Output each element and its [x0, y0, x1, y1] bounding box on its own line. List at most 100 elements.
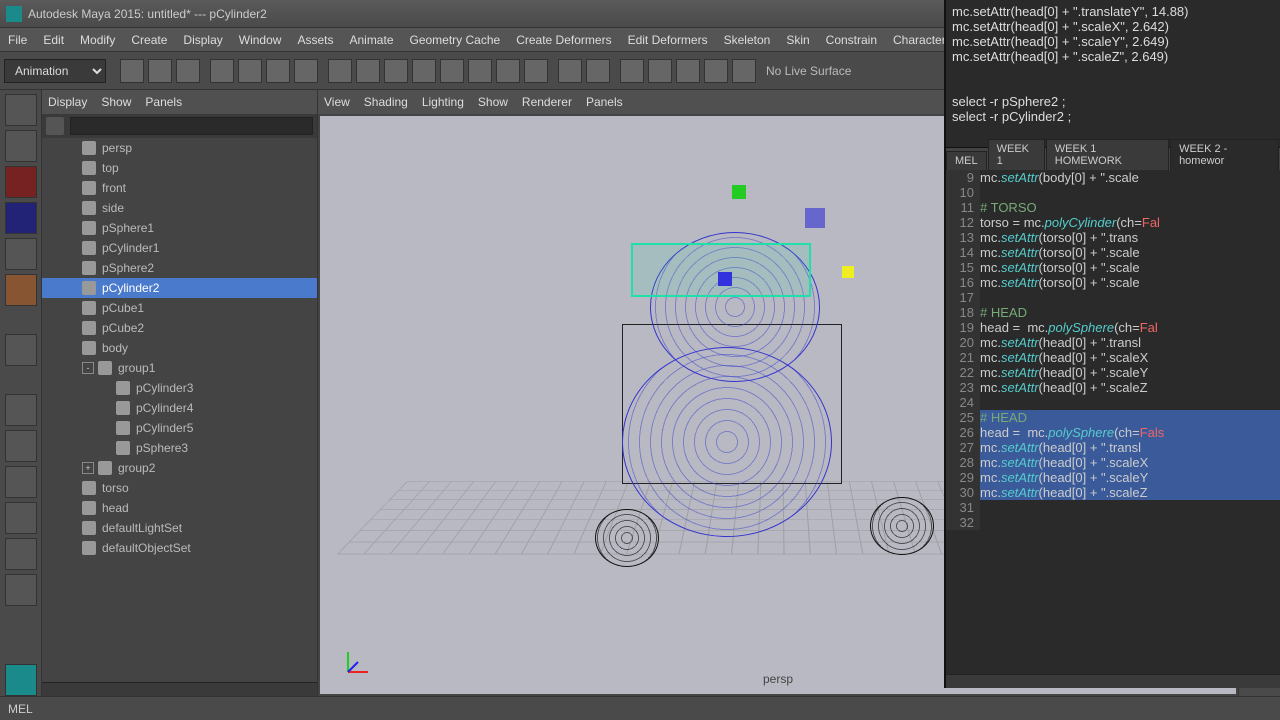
outliner-item-pcylinder1[interactable]: pCylinder1	[42, 238, 317, 258]
script-hscroll[interactable]	[946, 674, 1280, 688]
snap-grid-icon[interactable]	[328, 59, 352, 83]
code-line-27[interactable]: 27mc.setAttr(head[0] + ".transl	[946, 440, 1280, 455]
rotate-tool[interactable]	[5, 238, 37, 270]
script-tab-3[interactable]: WEEK 2 - homewor	[1170, 139, 1279, 170]
manip-center-handle[interactable]	[718, 272, 732, 286]
outliner-item-persp[interactable]: persp	[42, 138, 317, 158]
code-line-16[interactable]: 16mc.setAttr(torso[0] + ".scale	[946, 275, 1280, 290]
ipr-icon[interactable]	[586, 59, 610, 83]
viewport-menu-view[interactable]: View	[324, 95, 350, 109]
outliner-item-psphere2[interactable]: pSphere2	[42, 258, 317, 278]
script-output[interactable]: mc.setAttr(head[0] + ".translateY", 14.8…	[946, 0, 1280, 148]
code-line-31[interactable]: 31	[946, 500, 1280, 515]
code-line-12[interactable]: 12torso = mc.polyCylinder(ch=Fal	[946, 215, 1280, 230]
menu-file[interactable]: File	[0, 29, 35, 51]
paint-select-icon[interactable]	[294, 59, 318, 83]
expand-icon[interactable]: +	[82, 462, 94, 474]
save-scene-icon[interactable]	[176, 59, 200, 83]
script-tab-2[interactable]: WEEK 1 HOMEWORK	[1046, 139, 1169, 170]
outliner-item-pcube2[interactable]: pCube2	[42, 318, 317, 338]
outliner-item-defaultobjectset[interactable]: defaultObjectSet	[42, 538, 317, 558]
help-icon[interactable]	[524, 59, 548, 83]
code-line-21[interactable]: 21mc.setAttr(head[0] + ".scaleX	[946, 350, 1280, 365]
outliner-item-pcube1[interactable]: pCube1	[42, 298, 317, 318]
outliner-menu-show[interactable]: Show	[101, 95, 131, 109]
manip-y-handle[interactable]	[732, 185, 746, 199]
filter-icon[interactable]	[46, 117, 64, 135]
layout-two-h-icon[interactable]	[5, 466, 37, 498]
menu-display[interactable]: Display	[175, 29, 230, 51]
menu-edit-deformers[interactable]: Edit Deformers	[620, 29, 716, 51]
layout-two-v-icon[interactable]	[5, 502, 37, 534]
menu-create-deformers[interactable]: Create Deformers	[508, 29, 619, 51]
script-tab-1[interactable]: WEEK 1	[988, 139, 1045, 170]
menu-assets[interactable]: Assets	[289, 29, 341, 51]
menu-create[interactable]: Create	[123, 29, 175, 51]
viewport-menu-panels[interactable]: Panels	[586, 95, 623, 109]
layout-custom-icon[interactable]	[5, 574, 37, 606]
manip-z-handle[interactable]	[805, 208, 825, 228]
outliner-item-group1[interactable]: -group1	[42, 358, 317, 378]
layout-four-icon[interactable]	[5, 430, 37, 462]
snap-plane-icon[interactable]	[412, 59, 436, 83]
manip-x-handle[interactable]	[842, 266, 854, 278]
new-scene-icon[interactable]	[120, 59, 144, 83]
outliner-item-head[interactable]: head	[42, 498, 317, 518]
outliner-menu-display[interactable]: Display	[48, 95, 87, 109]
outliner-item-group2[interactable]: +group2	[42, 458, 317, 478]
outliner-hscroll[interactable]	[42, 682, 317, 696]
input-icon[interactable]	[648, 59, 672, 83]
code-line-15[interactable]: 15mc.setAttr(torso[0] + ".scale	[946, 260, 1280, 275]
outliner-item-top[interactable]: top	[42, 158, 317, 178]
expand-icon[interactable]: -	[82, 362, 94, 374]
code-line-23[interactable]: 23mc.setAttr(head[0] + ".scaleZ	[946, 380, 1280, 395]
render-icon[interactable]	[558, 59, 582, 83]
outliner-item-defaultlightset[interactable]: defaultLightSet	[42, 518, 317, 538]
output-icon[interactable]	[676, 59, 700, 83]
outliner-item-front[interactable]: front	[42, 178, 317, 198]
viewport-menu-shading[interactable]: Shading	[364, 95, 408, 109]
code-line-19[interactable]: 19head = mc.polySphere(ch=Fal	[946, 320, 1280, 335]
menu-skeleton[interactable]: Skeleton	[716, 29, 779, 51]
outliner-menu-panels[interactable]: Panels	[145, 95, 182, 109]
script-tab-0[interactable]: MEL	[946, 151, 987, 170]
code-line-14[interactable]: 14mc.setAttr(torso[0] + ".scale	[946, 245, 1280, 260]
code-line-10[interactable]: 10	[946, 185, 1280, 200]
code-line-30[interactable]: 30mc.setAttr(head[0] + ".scaleZ	[946, 485, 1280, 500]
lasso-icon[interactable]	[266, 59, 290, 83]
graph-icon[interactable]	[704, 59, 728, 83]
menu-edit[interactable]: Edit	[35, 29, 72, 51]
code-line-18[interactable]: 18# HEAD	[946, 305, 1280, 320]
lasso-tool[interactable]	[5, 130, 37, 162]
outliner-item-pcylinder2[interactable]: pCylinder2	[42, 278, 317, 298]
code-line-22[interactable]: 22mc.setAttr(head[0] + ".scaleY	[946, 365, 1280, 380]
outliner-item-torso[interactable]: torso	[42, 478, 317, 498]
layout-single-icon[interactable]	[5, 394, 37, 426]
outliner-tree[interactable]: persptopfrontsidepSphere1pCylinder1pSphe…	[42, 138, 317, 682]
menu-modify[interactable]: Modify	[72, 29, 123, 51]
menu-constrain[interactable]: Constrain	[818, 29, 885, 51]
open-scene-icon[interactable]	[148, 59, 172, 83]
code-line-28[interactable]: 28mc.setAttr(head[0] + ".scaleX	[946, 455, 1280, 470]
outliner-search-input[interactable]	[70, 117, 313, 135]
snap-mag-icon[interactable]	[496, 59, 520, 83]
code-line-32[interactable]: 32	[946, 515, 1280, 530]
last-tool[interactable]	[5, 334, 37, 366]
move-tool[interactable]	[5, 202, 37, 234]
outliner-item-body[interactable]: body	[42, 338, 317, 358]
code-line-26[interactable]: 26head = mc.polySphere(ch=Fals	[946, 425, 1280, 440]
outliner-item-psphere1[interactable]: pSphere1	[42, 218, 317, 238]
maya-icon[interactable]	[5, 664, 37, 696]
snap-point-icon[interactable]	[384, 59, 408, 83]
code-line-20[interactable]: 20mc.setAttr(head[0] + ".transl	[946, 335, 1280, 350]
code-line-29[interactable]: 29mc.setAttr(head[0] + ".scaleY	[946, 470, 1280, 485]
menu-animate[interactable]: Animate	[341, 29, 401, 51]
layout-three-icon[interactable]	[5, 538, 37, 570]
construction-history-icon[interactable]	[620, 59, 644, 83]
outliner-item-psphere3[interactable]: pSphere3	[42, 438, 317, 458]
code-line-13[interactable]: 13mc.setAttr(torso[0] + ".trans	[946, 230, 1280, 245]
snap-live-icon[interactable]	[440, 59, 464, 83]
viewport-menu-show[interactable]: Show	[478, 95, 508, 109]
outliner-item-pcylinder3[interactable]: pCylinder3	[42, 378, 317, 398]
viewport-menu-lighting[interactable]: Lighting	[422, 95, 464, 109]
